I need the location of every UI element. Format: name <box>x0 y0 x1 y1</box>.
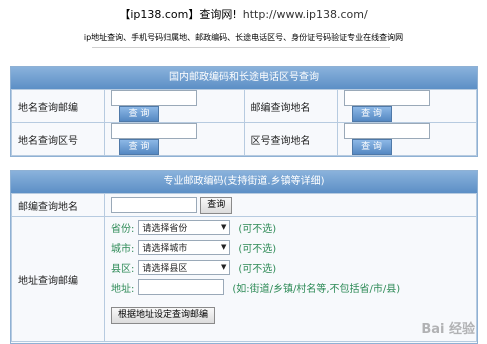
divider <box>92 47 390 48</box>
province-label: 省份: <box>111 223 135 235</box>
zip-lookup-button[interactable]: 查询 <box>200 196 233 214</box>
county-label: 县区: <box>111 263 135 275</box>
zip-to-place-cell: 查 询 <box>336 89 477 123</box>
postal-areacode-panel: 国内邮政编码和长途电话区号查询 地名查询邮编 查 询 邮编查询地名 查 询 地名… <box>10 66 478 157</box>
address-input[interactable] <box>138 279 225 295</box>
optional-note: (可不选) <box>238 263 277 275</box>
address-lookup-label: 地址查询邮编 <box>11 216 105 342</box>
zip-lookup-label: 邮编查询地名 <box>11 193 105 217</box>
city-select-value: 请选择城市 <box>142 243 188 254</box>
site-title-text: 【ip138.com】查询网! <box>119 8 237 21</box>
zip-to-place-label: 邮编查询地名 <box>243 89 338 123</box>
zip-lookup-input[interactable] <box>111 197 197 213</box>
panel-heading: 专业邮政编码(支持街道.乡镇等详细) <box>11 171 477 193</box>
areacode-to-place-label: 区号查询地名 <box>243 122 338 156</box>
detailed-postal-panel: 专业邮政编码(支持街道.乡镇等详细) 邮编查询地名 查询 地址查询邮编 省份: … <box>10 170 478 344</box>
province-select[interactable]: 请选择省份 ▼ <box>138 219 231 235</box>
city-row: 城市: 请选择城市 ▼ (可不选) <box>111 237 470 257</box>
table-row: 地址查询邮编 省份: 请选择省份 ▼ (可不选) 城市: 请选择城市 ▼ (可不选)… <box>11 216 477 342</box>
dropdown-arrow-icon: ▼ <box>220 223 227 231</box>
baidu-watermark: Bai 经验 <box>421 322 475 337</box>
place-to-areacode-button[interactable]: 查 询 <box>119 139 159 155</box>
table-row: 地名查询邮编 查 询 邮编查询地名 查 询 <box>11 89 477 123</box>
site-title: 【ip138.com】查询网! http://www.ip138.com/ <box>0 6 487 22</box>
table-row: 地名查询区号 查 询 区号查询地名 查 询 <box>11 122 477 156</box>
postal-query-table: 地名查询邮编 查 询 邮编查询地名 查 询 地名查询区号 查 询 区号查询地名 … <box>11 89 477 156</box>
table-row: 邮编查询地名 查询 <box>11 193 477 217</box>
areacode-to-place-input[interactable] <box>343 123 430 139</box>
panel-heading: 国内邮政编码和长途电话区号查询 <box>11 67 477 89</box>
county-select[interactable]: 请选择县区 ▼ <box>138 259 231 275</box>
optional-note: (可不选) <box>238 223 277 235</box>
zip-to-place-input[interactable] <box>343 90 430 106</box>
optional-note: (可不选) <box>238 243 277 255</box>
county-row: 县区: 请选择县区 ▼ (可不选) <box>111 257 470 277</box>
province-select-value: 请选择省份 <box>142 223 188 234</box>
address-submit-button[interactable]: 根据地址设定查询邮编 <box>111 307 216 324</box>
address-row: 地址: (如:街道/乡镇/村名等,不包括省/市/县) <box>111 277 470 297</box>
province-row: 省份: 请选择省份 ▼ (可不选) <box>111 217 470 237</box>
address-field-label: 地址: <box>111 283 135 295</box>
dropdown-arrow-icon: ▼ <box>220 263 227 271</box>
place-to-zip-label: 地名查询邮编 <box>11 89 105 123</box>
county-select-value: 请选择县区 <box>142 263 188 274</box>
address-hint: (如:街道/乡镇/村名等,不包括省/市/县) <box>232 283 401 295</box>
zip-to-place-button[interactable]: 查 询 <box>351 106 392 122</box>
zip-lookup-cell: 查询 <box>104 193 477 217</box>
place-to-zip-input[interactable] <box>111 90 197 106</box>
place-to-areacode-input[interactable] <box>111 123 197 139</box>
place-to-areacode-label: 地名查询区号 <box>11 122 105 156</box>
city-label: 城市: <box>111 243 135 255</box>
place-to-zip-cell: 查 询 <box>104 89 245 123</box>
areacode-to-place-button[interactable]: 查 询 <box>351 139 392 155</box>
site-url-link[interactable]: http://www.ip138.com/ <box>243 8 368 21</box>
submit-row: 根据地址设定查询邮编 <box>111 307 470 324</box>
areacode-to-place-cell: 查 询 <box>336 122 477 156</box>
place-to-zip-button[interactable]: 查 询 <box>119 106 159 122</box>
detailed-postal-table: 邮编查询地名 查询 地址查询邮编 省份: 请选择省份 ▼ (可不选) 城市: 请选… <box>11 193 477 342</box>
place-to-areacode-cell: 查 询 <box>104 122 245 156</box>
site-description: ip地址查询、手机号码归属地、邮政编码、长途电话区号、身份证号码验证专业在线查询… <box>83 33 404 42</box>
dropdown-arrow-icon: ▼ <box>220 243 227 251</box>
city-select[interactable]: 请选择城市 ▼ <box>138 239 231 255</box>
